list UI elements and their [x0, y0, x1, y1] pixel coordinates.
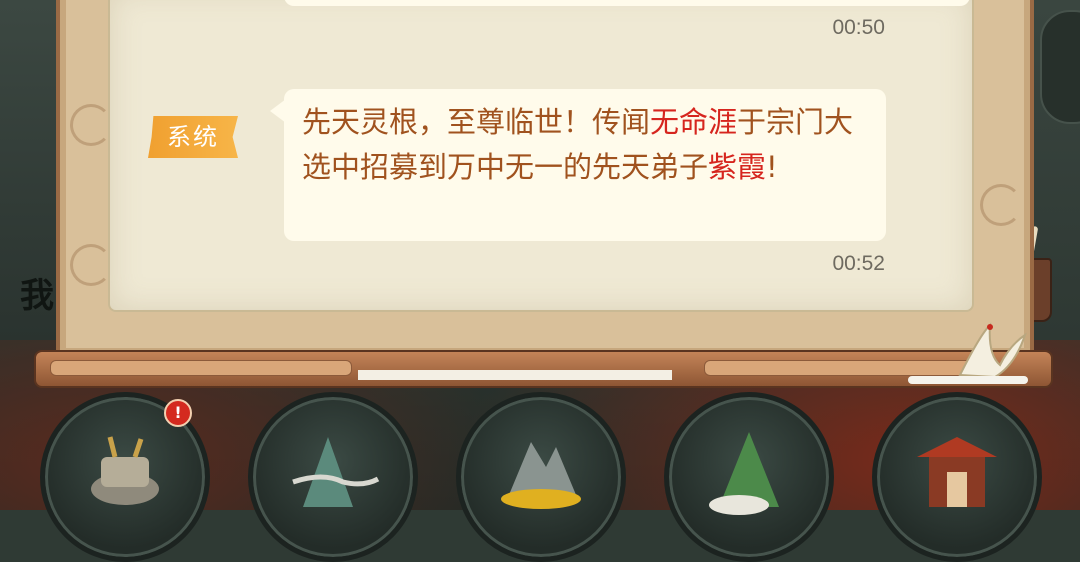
left-side-glyph: 我 — [20, 276, 54, 316]
right-side-disc[interactable] — [1040, 10, 1080, 124]
cauldron-icon — [91, 436, 159, 505]
frame-ornament — [70, 244, 112, 286]
left-side-panel: 我 — [0, 0, 60, 340]
green-peak-cloud-icon — [709, 432, 779, 515]
system-sender-badge: 系统 — [148, 116, 238, 158]
message-highlight-name: 紫霞 — [708, 150, 767, 184]
message-segment: ! — [766, 150, 778, 184]
mountain-mist-button[interactable] — [248, 392, 418, 562]
pavilion-button[interactable] — [872, 392, 1042, 562]
golden-peak-icon — [501, 442, 581, 509]
mountain-mist-icon — [292, 437, 380, 507]
message-segment: 先天灵根，至尊临世！传闻 — [302, 105, 651, 139]
golden-peak-button[interactable] — [456, 392, 626, 562]
message-time: 00:50 — [832, 16, 885, 39]
frame-ornament — [70, 104, 112, 146]
system-message-text: 先天灵根，至尊临世！传闻无命涯于宗门大选中招募到万中无一的先天弟子紫霞! — [302, 100, 870, 190]
scroll-roller-bar — [34, 350, 1053, 388]
frame-ornament — [980, 184, 1022, 226]
scroll-gap — [358, 370, 672, 380]
scroll-inlay — [50, 360, 352, 376]
pavilion-icon — [917, 437, 997, 507]
scroll-inlay — [704, 360, 976, 376]
message-time: 00:52 — [832, 252, 885, 275]
green-peak-button[interactable] — [664, 392, 834, 562]
notification-badge: ! — [164, 399, 192, 427]
cloud-strip — [908, 376, 1028, 384]
message-highlight-name: 无命涯 — [650, 105, 738, 139]
previous-message-bubble — [284, 0, 970, 6]
